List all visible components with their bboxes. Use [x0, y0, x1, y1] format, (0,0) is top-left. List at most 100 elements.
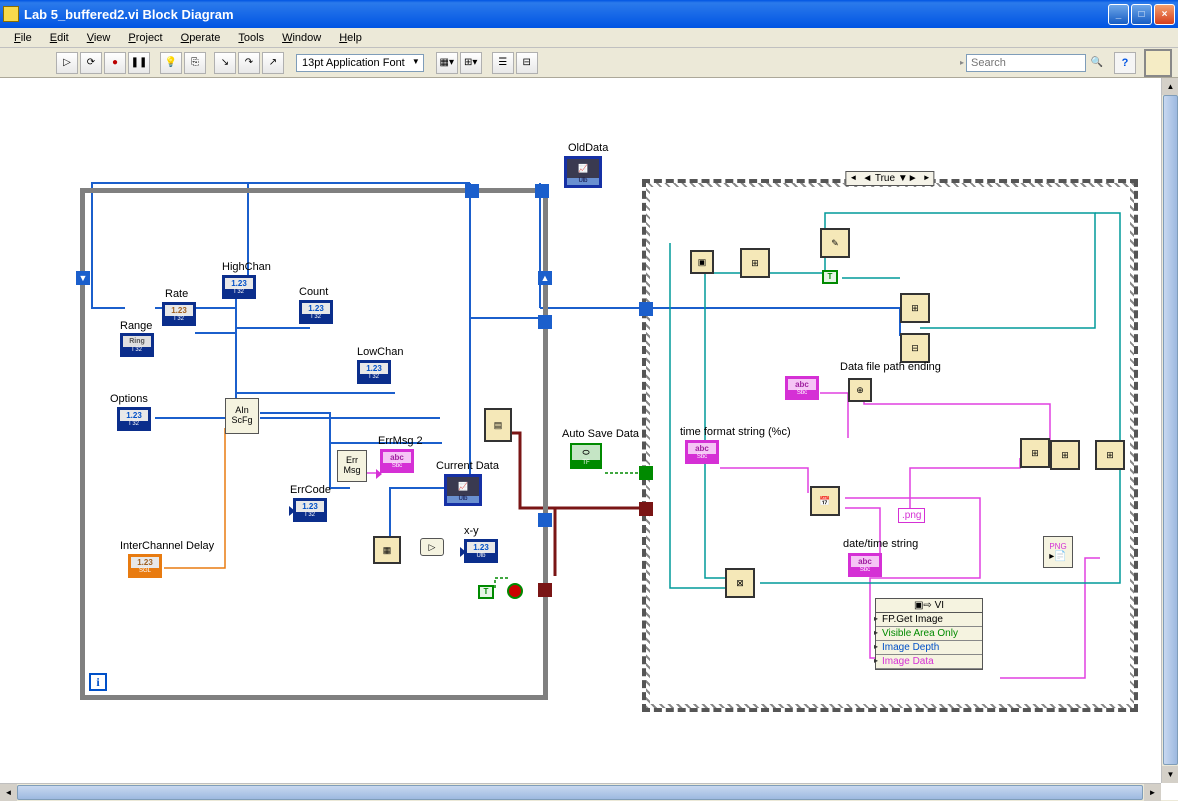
loop-stop-terminal[interactable]: [507, 583, 523, 599]
menu-window[interactable]: Window: [273, 30, 330, 46]
png-label: PNG: [1049, 542, 1066, 551]
menu-edit[interactable]: Edit: [41, 30, 78, 46]
search-icon[interactable]: 🔍: [1086, 52, 1108, 74]
while-loop[interactable]: ▼ ▲ i: [80, 188, 548, 700]
node-func6[interactable]: ⊞: [1050, 440, 1080, 470]
node-pencil-icon[interactable]: ✎: [820, 228, 850, 258]
true-constant[interactable]: T: [478, 585, 494, 599]
label-datafilepath: Data file path ending: [840, 361, 941, 373]
node-errmsg[interactable]: Err Msg: [337, 450, 367, 482]
scroll-left-icon[interactable]: ◄: [0, 784, 17, 801]
align-button[interactable]: ▦▾: [436, 52, 458, 74]
close-button[interactable]: ×: [1154, 4, 1175, 25]
node-aln-scfg[interactable]: AIn ScFg: [225, 398, 259, 434]
node-func1[interactable]: ⊞: [740, 248, 770, 278]
menu-help[interactable]: Help: [330, 30, 371, 46]
scroll-right-icon[interactable]: ►: [1144, 784, 1161, 801]
diagram-canvas[interactable]: ▼ ▲ i OldData 📈Ulb HighChan 1.23I 32 Rat…: [0, 78, 1160, 782]
menu-tools[interactable]: Tools: [229, 30, 273, 46]
pause-button[interactable]: ❚❚: [128, 52, 150, 74]
node-subtract[interactable]: ▷: [420, 538, 444, 556]
window-title: Lab 5_buffered2.vi Block Diagram: [24, 7, 1108, 22]
terminal-errmsg2[interactable]: abcSbc: [380, 449, 414, 473]
terminal-xy[interactable]: 1.23Ulb: [464, 539, 498, 563]
true-constant-2[interactable]: T: [822, 270, 838, 284]
terminal-interchanneldelay[interactable]: 1.23SGL: [128, 554, 162, 578]
vi-icon[interactable]: [1144, 49, 1172, 77]
loop-iteration-terminal[interactable]: i: [89, 673, 107, 691]
step-out-button[interactable]: ↗: [262, 52, 284, 74]
case-tunnel-cluster[interactable]: [639, 502, 653, 516]
node-write-png[interactable]: PNG ▸📄: [1043, 536, 1073, 568]
abort-button[interactable]: ●: [104, 52, 126, 74]
scroll-thumb-v[interactable]: [1163, 95, 1178, 765]
scroll-up-icon[interactable]: ▲: [1162, 78, 1178, 95]
horizontal-scrollbar[interactable]: ◄ ►: [0, 783, 1161, 800]
node-func3[interactable]: ⊞: [900, 293, 930, 323]
node-concat1[interactable]: ⊕: [848, 378, 872, 402]
loop-tunnel-r2[interactable]: [538, 513, 552, 527]
label-range: Range: [120, 320, 152, 332]
loop-tunnel-top2[interactable]: [535, 184, 549, 198]
terminal-timeformat[interactable]: abcSbc: [685, 440, 719, 464]
vertical-scrollbar[interactable]: ▲ ▼: [1161, 78, 1178, 783]
terminal-lowchan[interactable]: 1.23I 32: [357, 360, 391, 384]
terminal-highchan[interactable]: 1.23I 32: [222, 275, 256, 299]
highlight-button[interactable]: 💡: [160, 52, 182, 74]
node-datetime-format[interactable]: 📅: [810, 486, 840, 516]
scroll-thumb-h[interactable]: [17, 785, 1143, 800]
label-currentdata: Current Data: [436, 460, 499, 472]
reorder-button[interactable]: ☰: [492, 52, 514, 74]
label-timeformat: time format string (%c): [680, 426, 791, 438]
step-over-button[interactable]: ↷: [238, 52, 260, 74]
terminal-count[interactable]: 1.23I 32: [299, 300, 333, 324]
search-input[interactable]: [966, 54, 1086, 72]
menu-project[interactable]: Project: [119, 30, 171, 46]
node-close-ref[interactable]: ⊠: [725, 568, 755, 598]
node-build-array[interactable]: ▤: [484, 408, 512, 442]
loop-tunnel-r1[interactable]: [538, 315, 552, 329]
cleanup-button[interactable]: ⊟: [516, 52, 538, 74]
case-tunnel-blue[interactable]: [639, 302, 653, 316]
prop-image-depth[interactable]: Image Depth: [876, 641, 982, 655]
retain-wire-button[interactable]: ⎘: [184, 52, 206, 74]
terminal-datafilepath[interactable]: abcSbc: [785, 376, 819, 400]
scroll-down-icon[interactable]: ▼: [1162, 766, 1178, 783]
prop-image-data[interactable]: Image Data: [876, 655, 982, 669]
terminal-datetimestring[interactable]: abcSbc: [848, 553, 882, 577]
minimize-button[interactable]: _: [1108, 4, 1129, 25]
maximize-button[interactable]: □: [1131, 4, 1152, 25]
terminal-autosave[interactable]: ⬭TF: [570, 443, 602, 469]
terminal-options[interactable]: 1.23I 32: [117, 407, 151, 431]
node-vi-ref[interactable]: ▣: [690, 250, 714, 274]
shift-register-left[interactable]: ▼: [76, 271, 90, 285]
run-button[interactable]: ▷: [56, 52, 78, 74]
terminal-errcode[interactable]: 1.23I 32: [293, 498, 327, 522]
terminal-currentdata[interactable]: 📈Ulb: [444, 474, 482, 506]
loop-tunnel-top1[interactable]: [465, 184, 479, 198]
label-errmsg2: ErrMsg 2: [378, 435, 423, 447]
property-node-vi[interactable]: ▣⇨ VI FP.Get Image Visible Area Only Ima…: [875, 598, 983, 670]
case-selector-tunnel[interactable]: [639, 466, 653, 480]
run-continuous-button[interactable]: ⟳: [80, 52, 102, 74]
node-func5[interactable]: ⊞: [1020, 438, 1050, 468]
terminal-rate[interactable]: 1.23I 32: [162, 302, 196, 326]
prop-visible-area[interactable]: Visible Area Only: [876, 627, 982, 641]
distribute-button[interactable]: ⊞▾: [460, 52, 482, 74]
help-button[interactable]: ?: [1114, 52, 1136, 74]
step-into-button[interactable]: ↘: [214, 52, 236, 74]
node-func4[interactable]: ⊟: [900, 333, 930, 363]
menu-view[interactable]: View: [78, 30, 120, 46]
shift-register-right[interactable]: ▲: [538, 271, 552, 285]
menu-operate[interactable]: Operate: [172, 30, 230, 46]
png-string-constant[interactable]: .png: [898, 508, 925, 523]
terminal-olddata[interactable]: 📈Ulb: [564, 156, 602, 188]
font-selector[interactable]: 13pt Application Font: [296, 54, 424, 72]
prop-fp-get-image[interactable]: FP.Get Image: [876, 613, 982, 627]
menu-file[interactable]: FFileile: [5, 30, 41, 46]
case-selector[interactable]: ◄ True ▼►: [845, 171, 934, 186]
node-func7[interactable]: ⊞: [1095, 440, 1125, 470]
terminal-range[interactable]: RingI 32: [120, 333, 154, 357]
node-index-array[interactable]: ▦: [373, 536, 401, 564]
loop-tunnel-r3[interactable]: [538, 583, 552, 597]
